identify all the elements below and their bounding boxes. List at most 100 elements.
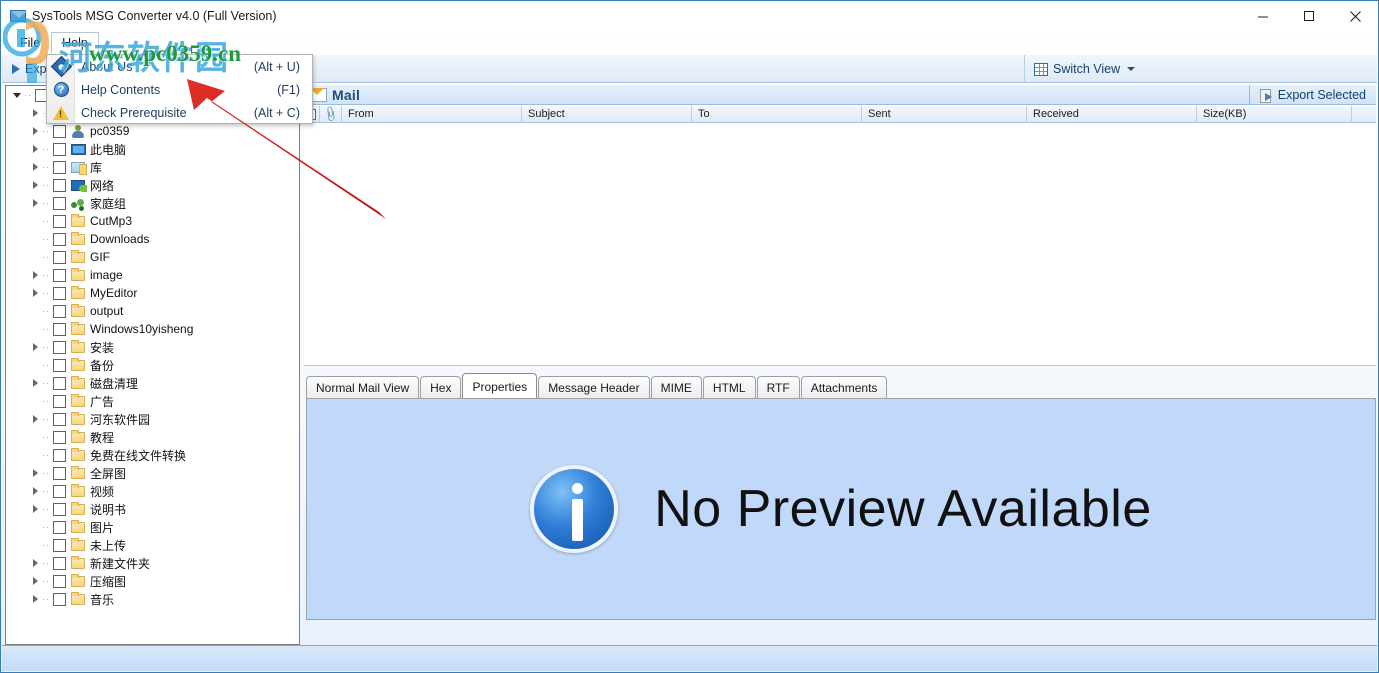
tab-rtf[interactable]: RTF — [756, 376, 800, 399]
chevron-right-icon[interactable] — [28, 559, 42, 567]
tree-item[interactable]: ·· 此电脑 — [6, 140, 299, 158]
tree-item[interactable]: ·· image — [6, 266, 299, 284]
tree-item[interactable]: ·· 新建文件夹 — [6, 554, 299, 572]
tree-item[interactable]: ·· MyEditor — [6, 284, 299, 302]
column-header-size-kb-[interactable]: Size(KB) — [1197, 105, 1352, 123]
tree-item-checkbox[interactable] — [53, 160, 66, 174]
tab-message-header[interactable]: Message Header — [538, 376, 650, 399]
folder-tree-panel[interactable]: ·· ·· ·· pc0359 ·· 此电脑 ·· 库 ·· 网络 ·· 家庭组 ·· CutMp3 ·· D… — [5, 85, 300, 645]
tree-item[interactable]: ·· 免费在线文件转换 — [6, 446, 299, 464]
tree-item[interactable]: ·· CutMp3 — [6, 212, 299, 230]
tree-item[interactable]: ·· 备份 — [6, 356, 299, 374]
help-dropdown-menu[interactable]: About Us (Alt + U) ? Help Contents (F1) … — [46, 54, 313, 124]
minimize-button[interactable] — [1240, 1, 1286, 31]
tab-properties[interactable]: Properties — [462, 373, 538, 399]
tree-item-checkbox[interactable] — [53, 502, 66, 516]
tab-mime[interactable]: MIME — [650, 376, 702, 399]
menu-help[interactable]: Help — [51, 32, 99, 54]
column-header-sent[interactable]: Sent — [862, 105, 1027, 123]
tree-item-checkbox[interactable] — [53, 268, 66, 282]
tree-item-checkbox[interactable] — [53, 376, 66, 390]
column-header-received[interactable]: Received — [1027, 105, 1197, 123]
tree-item[interactable]: ·· 库 — [6, 158, 299, 176]
switch-view-button[interactable]: Switch View — [1024, 55, 1136, 83]
tree-item-checkbox[interactable] — [53, 592, 66, 606]
tree-item-checkbox[interactable] — [53, 484, 66, 498]
chevron-right-icon[interactable] — [28, 127, 42, 135]
tree-item[interactable]: ·· 河东软件园 — [6, 410, 299, 428]
tree-item-checkbox[interactable] — [53, 574, 66, 588]
tree-item[interactable]: ·· 未上传 — [6, 536, 299, 554]
tree-item-checkbox[interactable] — [53, 178, 66, 192]
tree-item[interactable]: ·· Downloads — [6, 230, 299, 248]
maximize-button[interactable] — [1286, 1, 1332, 31]
tree-item-checkbox[interactable] — [53, 214, 66, 228]
export-selected-button[interactable]: Export Selected — [1248, 85, 1376, 105]
tree-item-checkbox[interactable] — [53, 286, 66, 300]
attachment-icon[interactable]: 📎 — [320, 105, 342, 123]
chevron-right-icon[interactable] — [28, 487, 42, 495]
tree-item-checkbox[interactable] — [53, 250, 66, 264]
tree-item[interactable]: ·· 安装 — [6, 338, 299, 356]
tree-item-checkbox[interactable] — [53, 304, 66, 318]
tree-item[interactable]: ·· Windows10yisheng — [6, 320, 299, 338]
chevron-down-icon[interactable] — [10, 92, 24, 98]
tree-item-checkbox[interactable] — [53, 394, 66, 408]
tree-item[interactable]: ·· 教程 — [6, 428, 299, 446]
tab-html[interactable]: HTML — [702, 376, 756, 399]
tree-item[interactable]: ·· 压缩图 — [6, 572, 299, 590]
tree-item[interactable]: ·· 广告 — [6, 392, 299, 410]
mail-list-column-headers[interactable]: 📎 From Subject To Sent Received Size(KB) — [304, 105, 1376, 123]
tree-item-checkbox[interactable] — [53, 538, 66, 552]
tree-item[interactable]: ·· 音乐 — [6, 590, 299, 608]
chevron-right-icon[interactable] — [28, 199, 42, 207]
tree-item[interactable]: ·· 家庭组 — [6, 194, 299, 212]
chevron-right-icon[interactable] — [28, 415, 42, 423]
menu-item-check-prerequisite[interactable]: Check Prerequisite (Alt + C) — [47, 101, 312, 124]
tree-item-checkbox[interactable] — [53, 196, 66, 210]
chevron-right-icon[interactable] — [28, 595, 42, 603]
column-header-subject[interactable]: Subject — [522, 105, 692, 123]
chevron-right-icon[interactable] — [28, 379, 42, 387]
chevron-right-icon[interactable] — [28, 109, 42, 117]
tree-item-checkbox[interactable] — [53, 358, 66, 372]
tree-item-checkbox[interactable] — [53, 124, 66, 138]
tab-attachments[interactable]: Attachments — [800, 376, 888, 399]
tree-item[interactable]: ·· 图片 — [6, 518, 299, 536]
preview-tab-strip[interactable]: Normal Mail View Hex Properties Message Hea… — [306, 373, 1376, 399]
tree-item-checkbox[interactable] — [53, 412, 66, 426]
tree-item-checkbox[interactable] — [53, 466, 66, 480]
tree-item-checkbox[interactable] — [53, 322, 66, 336]
chevron-right-icon[interactable] — [28, 577, 42, 585]
chevron-right-icon[interactable] — [28, 145, 42, 153]
tree-item[interactable]: ·· 视频 — [6, 482, 299, 500]
tab-normal-mail-view[interactable]: Normal Mail View — [306, 376, 420, 399]
tree-item[interactable]: ·· 说明书 — [6, 500, 299, 518]
chevron-right-icon[interactable] — [28, 289, 42, 297]
column-header-from[interactable]: From — [342, 105, 522, 123]
tree-item[interactable]: ·· GIF — [6, 248, 299, 266]
tree-item-checkbox[interactable] — [53, 520, 66, 534]
chevron-right-icon[interactable] — [28, 181, 42, 189]
tree-item-checkbox[interactable] — [53, 340, 66, 354]
tree-item-checkbox[interactable] — [53, 232, 66, 246]
menu-file[interactable]: File — [9, 32, 51, 54]
chevron-right-icon[interactable] — [28, 343, 42, 351]
chevron-right-icon[interactable] — [28, 469, 42, 477]
chevron-right-icon[interactable] — [28, 505, 42, 513]
mail-list[interactable] — [304, 123, 1376, 366]
menu-item-help-contents[interactable]: ? Help Contents (F1) — [47, 78, 312, 101]
menu-item-about-us[interactable]: About Us (Alt + U) — [47, 55, 312, 78]
tree-item[interactable]: ·· output — [6, 302, 299, 320]
tree-item[interactable]: ·· pc0359 — [6, 122, 299, 140]
close-button[interactable] — [1332, 1, 1378, 31]
tree-item[interactable]: ·· 磁盘清理 — [6, 374, 299, 392]
tree-item-checkbox[interactable] — [53, 448, 66, 462]
column-header-to[interactable]: To — [692, 105, 862, 123]
tree-item-checkbox[interactable] — [53, 430, 66, 444]
tree-item-checkbox[interactable] — [53, 142, 66, 156]
chevron-right-icon[interactable] — [28, 271, 42, 279]
tree-item[interactable]: ·· 网络 — [6, 176, 299, 194]
chevron-right-icon[interactable] — [28, 163, 42, 171]
tab-hex[interactable]: Hex — [420, 376, 462, 399]
